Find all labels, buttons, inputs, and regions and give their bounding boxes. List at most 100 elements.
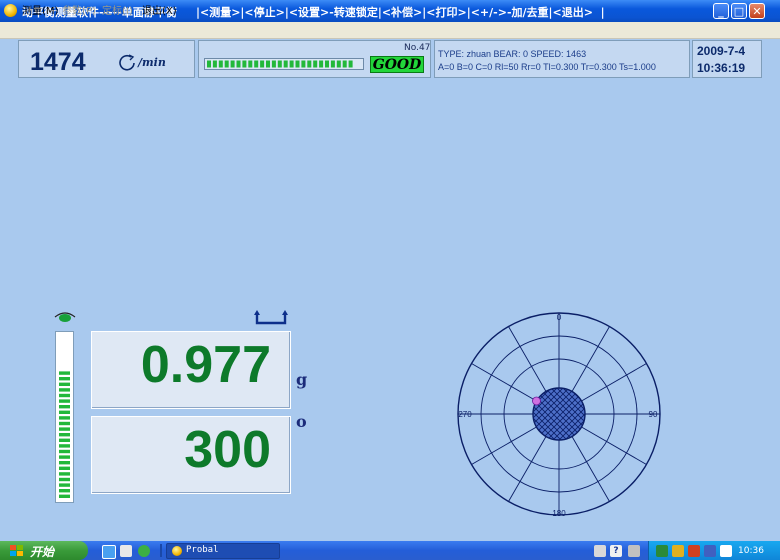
- taskbar-separator: [160, 544, 162, 557]
- signal-bar-segment: [283, 60, 288, 68]
- level-bar-segment: [59, 477, 70, 482]
- taskbar-app-button[interactable]: [166, 543, 280, 559]
- help-icon[interactable]: ?: [610, 545, 622, 557]
- signal-bar-segment: [289, 60, 294, 68]
- rotation-icon: [119, 54, 135, 71]
- level-bar-segment: [59, 489, 70, 493]
- amplitude-value: 0.977: [140, 336, 271, 394]
- tray-icon[interactable]: [688, 545, 700, 557]
- minimize-button[interactable]: _: [713, 3, 729, 19]
- sensor-icon: [54, 312, 76, 322]
- signal-bar-segment: [307, 60, 312, 68]
- info-line-2: A=0 B=0 C=0 Rl=50 Rr=0 Tl=0.300 Tr=0.300…: [438, 62, 656, 72]
- time-display: 10:36:19: [697, 61, 746, 75]
- menu-calibrate[interactable]: 定标(I): [102, 2, 133, 17]
- polar-label-270: 270: [458, 410, 472, 419]
- info-line-1: TYPE: zhuan BEAR: 0 SPEED: 1463: [438, 49, 587, 59]
- signal-bar-segment: [301, 60, 306, 68]
- polar-center-disc: [532, 387, 586, 441]
- speed-value: 1474: [30, 48, 86, 76]
- level-bar-segment: [59, 444, 70, 448]
- level-bar-segment: [59, 382, 70, 386]
- signal-bar-segment: [248, 60, 253, 68]
- menu-measure[interactable]: 测量(M): [22, 2, 58, 17]
- level-bar-segment: [59, 433, 70, 437]
- level-bar-segment: [59, 449, 70, 454]
- signal-bar-segment: [325, 60, 329, 68]
- level-bar-segment: [59, 455, 70, 459]
- angle-unit: o: [296, 412, 307, 431]
- result-badge: GOOD: [370, 56, 424, 73]
- signal-bar-segment: [342, 60, 347, 68]
- level-bar-segment: [59, 494, 70, 498]
- level-bar-segment: [59, 332, 70, 336]
- maximize-button[interactable]: □: [731, 3, 747, 19]
- signal-bar-segment: [271, 60, 276, 68]
- signal-bar-segment: [336, 60, 341, 68]
- unbalance-marker-dot: [532, 396, 541, 406]
- level-bar-segment: [59, 377, 70, 381]
- info-panel: [434, 40, 690, 78]
- signal-bar-segment: [266, 60, 270, 68]
- signal-bar-segment: [295, 60, 300, 68]
- app-task-icon: [172, 546, 182, 556]
- close-button[interactable]: ✕: [749, 3, 765, 19]
- level-bar-segment: [59, 354, 70, 358]
- add-remove-weight-icon[interactable]: [254, 308, 288, 326]
- record-number: No.47: [404, 43, 431, 53]
- menu-params[interactable]: 参数(P): [62, 2, 96, 17]
- speed-unit: /min: [138, 56, 166, 69]
- level-bar-segment: [59, 360, 70, 364]
- level-bar: [55, 331, 74, 503]
- ie-icon[interactable]: [102, 545, 116, 559]
- taskbar-clock: 10:36: [738, 546, 764, 556]
- signal-bar-segments: [207, 60, 353, 68]
- level-bar-segment: [59, 410, 70, 414]
- signal-bar-segment: [319, 60, 324, 68]
- windows-logo-icon: [10, 545, 23, 556]
- signal-bar-segment: [236, 60, 241, 68]
- level-bar-segment: [59, 466, 70, 470]
- signal-bar: [204, 58, 364, 70]
- signal-bar-segment: [260, 60, 265, 68]
- level-bar-segment: [59, 416, 70, 420]
- start-label: 开始: [30, 545, 55, 559]
- level-bar-segment: [59, 343, 70, 347]
- app-icon: [4, 4, 17, 17]
- menu-exit[interactable]: 退出(X): [142, 2, 177, 17]
- polar-label-0: 0: [557, 313, 562, 322]
- level-bar-segment: [59, 371, 70, 375]
- tray-arrow-icon[interactable]: [628, 545, 640, 557]
- signal-bar-segment: [224, 60, 229, 68]
- polar-label-90: 90: [649, 410, 658, 419]
- tray-icon[interactable]: [720, 545, 732, 557]
- level-bar-segment: [59, 461, 70, 465]
- angle-value: 300: [184, 421, 271, 479]
- signal-bar-segment: [254, 60, 259, 68]
- polar-plot: 0 90 180 270: [457, 312, 661, 518]
- network-icon[interactable]: [656, 545, 668, 557]
- level-bar-segment: [59, 405, 70, 409]
- signal-bar-segment: [330, 60, 335, 68]
- keyboard-icon[interactable]: [594, 545, 606, 557]
- level-bar-segment: [59, 388, 70, 392]
- menu-bar: [0, 22, 780, 39]
- signal-bar-segment: [242, 60, 247, 68]
- level-bar-segment: [59, 427, 70, 431]
- level-bar-segment: [59, 438, 70, 442]
- tray-icon[interactable]: [672, 545, 684, 557]
- desktop-icon[interactable]: [120, 545, 132, 557]
- media-icon[interactable]: [138, 545, 150, 557]
- taskbar-app-label: Probal: [186, 545, 219, 555]
- signal-bar-segment: [277, 60, 282, 68]
- signal-bar-segment: [212, 60, 217, 68]
- unbalance-marker: [532, 396, 541, 406]
- level-bar-segment: [59, 393, 70, 398]
- level-bar-segment: [59, 365, 70, 370]
- level-bar-segment: [59, 337, 70, 342]
- level-bar-segment: [59, 421, 70, 426]
- signal-bar-segment: [313, 60, 318, 68]
- signal-bar-segment: [230, 60, 235, 68]
- volume-icon[interactable]: [704, 545, 716, 557]
- level-bar-segment: [59, 483, 70, 487]
